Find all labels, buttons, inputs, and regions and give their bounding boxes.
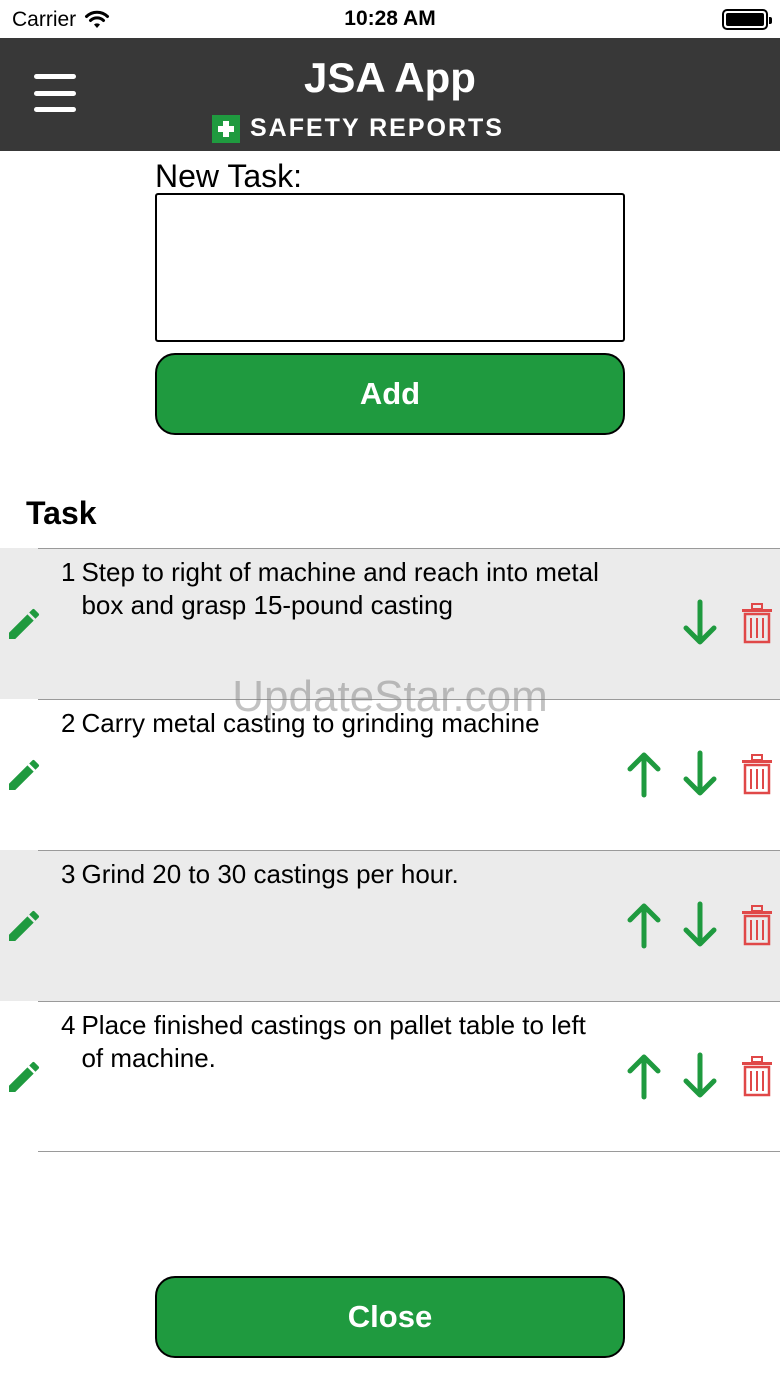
task-text: 1 Step to right of machine and reach int… [61,556,601,622]
task-description: Grind 20 to 30 castings per hour. [81,859,459,889]
arrow-up-icon[interactable] [624,1051,664,1101]
task-row: 4 Place finished castings on pallet tabl… [0,1001,780,1152]
task-text: 3 Grind 20 to 30 castings per hour. [61,858,601,891]
pencil-icon[interactable] [4,604,44,644]
pencil-icon[interactable] [4,755,44,795]
arrow-down-icon[interactable] [680,900,720,950]
task-list: 1 Step to right of machine and reach int… [0,548,780,1152]
battery-icon [722,9,772,30]
trash-icon[interactable] [740,602,774,644]
new-task-input[interactable] [155,193,625,342]
trash-icon[interactable] [740,904,774,946]
arrow-up-icon[interactable] [624,900,664,950]
arrow-up-icon[interactable] [624,749,664,799]
row-divider [38,548,780,549]
task-row: 1 Step to right of machine and reach int… [0,548,780,699]
task-text: 4 Place finished castings on pallet tabl… [61,1009,601,1075]
row-divider [38,699,780,700]
task-number: 3 [61,859,76,889]
new-task-label: New Task: [155,158,303,194]
row-divider [38,1001,780,1002]
status-time: 10:28 AM [344,7,436,30]
task-row: 3 Grind 20 to 30 castings per hour. [0,850,780,1001]
pencil-icon[interactable] [4,1057,44,1097]
cross-icon [212,114,240,143]
close-button[interactable]: Close [155,1276,625,1358]
task-row: 2 Carry metal casting to grinding machin… [0,699,780,850]
arrow-down-icon[interactable] [680,598,720,648]
row-divider [38,850,780,851]
task-description: Carry metal casting to grinding machine [81,708,540,738]
task-text: 2 Carry metal casting to grinding machin… [61,707,601,740]
app-title: JSA App [304,54,476,101]
task-number: 2 [61,708,76,738]
pencil-icon[interactable] [4,906,44,946]
add-button[interactable]: Add [155,353,625,435]
brand-logo: SAFETY REPORTS [212,114,504,143]
task-description: Step to right of machine and reach into … [81,557,599,620]
trash-icon[interactable] [740,1055,774,1097]
brand-text: SAFETY REPORTS [250,114,504,142]
status-bar: Carrier 10:28 AM [0,0,780,38]
task-section-title: Task [26,495,97,531]
app-header: JSA App SAFETY REPORTS [0,38,780,151]
trash-icon[interactable] [740,753,774,795]
row-divider [38,1151,780,1152]
task-number: 1 [61,557,76,587]
arrow-down-icon[interactable] [680,1051,720,1101]
task-number: 4 [61,1010,76,1040]
task-description: Place finished castings on pallet table … [81,1010,586,1073]
arrow-down-icon[interactable] [680,749,720,799]
